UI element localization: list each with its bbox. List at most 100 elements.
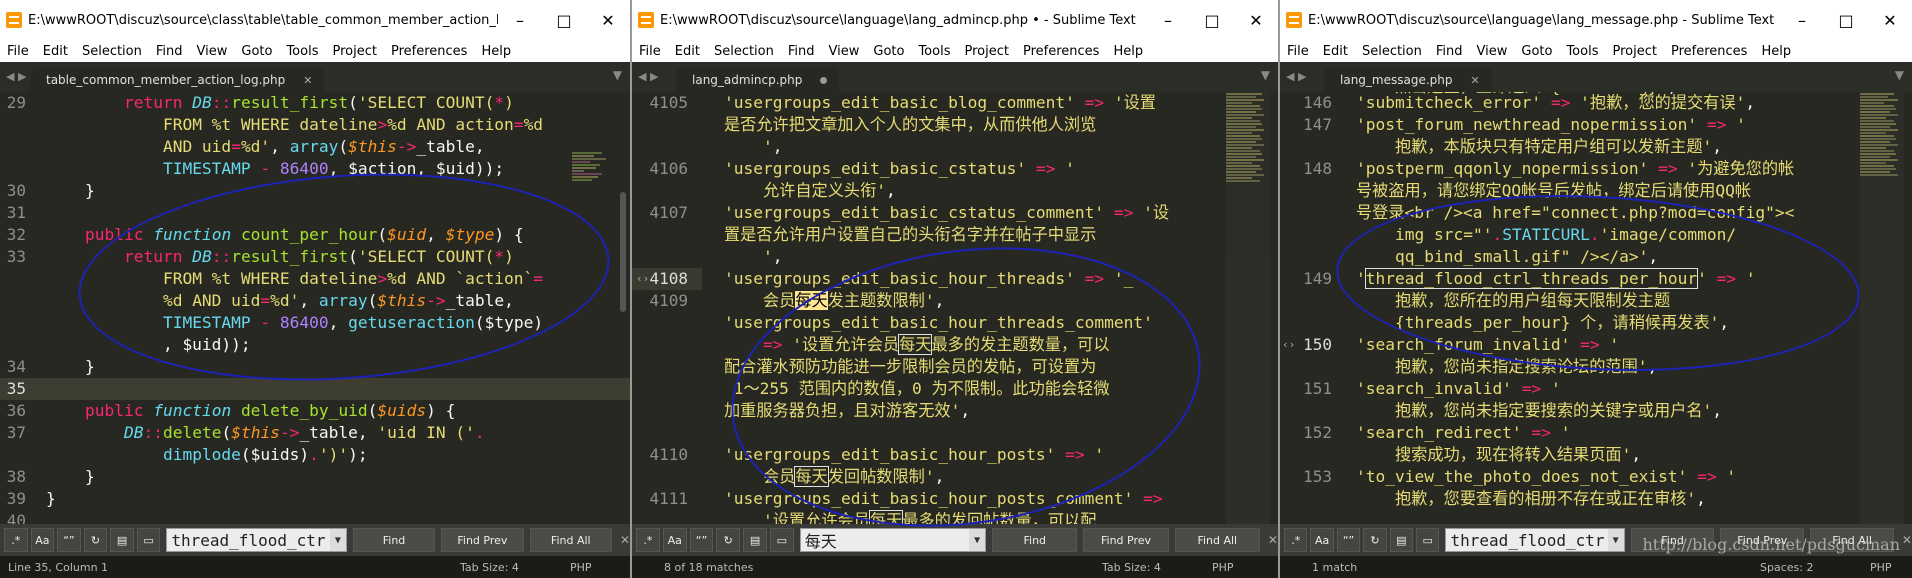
unsaved-dot-icon[interactable] [820, 76, 828, 84]
whole-word-toggle[interactable]: “” [1336, 528, 1361, 552]
find-input[interactable]: thread_flood_ctr ▼ [166, 528, 347, 552]
tab-nav-arrows-icon[interactable]: ◀ ▶ [6, 70, 26, 83]
menu-preferences[interactable]: Preferences [1016, 44, 1106, 59]
maximize-icon[interactable]: □ [1824, 11, 1868, 30]
menu-find[interactable]: Find [1429, 44, 1470, 59]
menu-find[interactable]: Find [781, 44, 822, 59]
find-panel-close-icon[interactable]: ✕ [1268, 533, 1278, 547]
in-selection-toggle-icon[interactable]: ▤ [110, 528, 134, 552]
find-input[interactable]: 每天 ▼ [799, 528, 987, 552]
close-icon[interactable]: ✕ [1234, 11, 1278, 30]
code-editor[interactable]: 29 30 31 32 33 34 35 36 37 38 39 40 retu… [0, 92, 630, 524]
status-syntax[interactable]: PHP [570, 561, 592, 574]
find-history-dropdown-icon[interactable]: ▼ [329, 529, 346, 551]
status-syntax[interactable]: PHP [1212, 561, 1234, 574]
menu-preferences[interactable]: Preferences [1664, 44, 1754, 59]
menu-help[interactable]: Help [1754, 44, 1798, 59]
regex-toggle[interactable]: .* [636, 528, 660, 552]
tab-close-icon[interactable]: ✕ [1471, 74, 1480, 87]
find-prev-button[interactable]: Find Prev [1083, 528, 1169, 552]
title-bar[interactable]: E:\wwwROOT\discuz\source\language\lang_m… [1280, 0, 1912, 40]
tab-nav-arrows-icon[interactable]: ◀ ▶ [1286, 70, 1306, 83]
tab-file[interactable]: lang_message.php ✕ [1324, 68, 1492, 92]
maximize-icon[interactable]: □ [1190, 11, 1234, 30]
wrap-toggle-icon[interactable]: ↻ [716, 528, 741, 552]
tab-file[interactable]: lang_admincp.php [676, 68, 840, 92]
menu-tools[interactable]: Tools [911, 44, 957, 59]
close-icon[interactable]: ✕ [1868, 11, 1912, 30]
menu-edit[interactable]: Edit [36, 44, 75, 59]
in-selection-toggle-icon[interactable]: ▤ [1389, 528, 1414, 552]
tab-file[interactable]: table_common_member_action_log.php ✕ [30, 68, 325, 92]
menu-project[interactable]: Project [325, 44, 383, 59]
status-tab-size[interactable]: Tab Size: 4 [460, 561, 519, 574]
minimize-icon[interactable]: – [498, 11, 542, 30]
minimap[interactable] [572, 92, 616, 524]
find-prev-button[interactable]: Find Prev [441, 528, 524, 552]
fold-marker-icon[interactable]: ‹› [1282, 334, 1295, 356]
regex-toggle[interactable]: .* [1284, 528, 1308, 552]
minimap[interactable] [1226, 92, 1270, 524]
regex-toggle[interactable]: .* [4, 528, 28, 552]
menu-project[interactable]: Project [1605, 44, 1663, 59]
menu-project[interactable]: Project [957, 44, 1015, 59]
find-history-dropdown-icon[interactable]: ▼ [969, 529, 986, 551]
menu-goto[interactable]: Goto [1514, 44, 1559, 59]
code-editor[interactable]: 146 147 148 149 150 151 152 153 ‹› 点击这里，… [1280, 92, 1912, 524]
minimize-icon[interactable]: – [1146, 11, 1190, 30]
case-toggle[interactable]: Aa [30, 528, 55, 552]
status-tab-size[interactable]: Tab Size: 4 [1102, 561, 1161, 574]
find-all-button[interactable]: Find All [529, 528, 612, 552]
menu-edit[interactable]: Edit [1316, 44, 1355, 59]
menu-file[interactable]: File [0, 44, 36, 59]
menu-find[interactable]: Find [149, 44, 190, 59]
whole-word-toggle[interactable]: “” [689, 528, 714, 552]
close-icon[interactable]: ✕ [586, 11, 630, 30]
menu-selection[interactable]: Selection [707, 44, 781, 59]
find-history-dropdown-icon[interactable]: ▼ [1607, 529, 1624, 551]
menu-view[interactable]: View [1470, 44, 1515, 59]
wrap-toggle-icon[interactable]: ↻ [1363, 528, 1387, 552]
menu-goto[interactable]: Goto [866, 44, 911, 59]
menu-tools[interactable]: Tools [1559, 44, 1605, 59]
case-toggle[interactable]: Aa [1310, 528, 1334, 552]
menu-preferences[interactable]: Preferences [384, 44, 474, 59]
highlight-matches-toggle-icon[interactable]: ▭ [1416, 528, 1440, 552]
tab-close-icon[interactable]: ✕ [303, 74, 312, 87]
title-bar[interactable]: E:\wwwROOT\discuz\source\class\table\tab… [0, 0, 630, 40]
wrap-toggle-icon[interactable]: ↻ [83, 528, 108, 552]
code-editor[interactable]: 4105 4106 4107 4108 4109 4110 4111 ‹› , … [632, 92, 1278, 524]
highlight-matches-toggle-icon[interactable]: ▭ [136, 528, 161, 552]
minimap[interactable] [1860, 92, 1904, 524]
find-input[interactable]: thread_flood_ctr ▼ [1445, 528, 1625, 552]
scrollbar-thumb[interactable] [620, 192, 626, 312]
menu-file[interactable]: File [1280, 44, 1316, 59]
menu-edit[interactable]: Edit [668, 44, 707, 59]
status-indentation[interactable]: Spaces: 2 [1760, 561, 1813, 574]
whole-word-toggle[interactable]: “” [57, 528, 81, 552]
find-panel-close-icon[interactable]: ✕ [1902, 533, 1912, 547]
title-bar[interactable]: E:\wwwROOT\discuz\source\language\lang_a… [632, 0, 1278, 40]
tab-dropdown-icon[interactable]: ▼ [613, 68, 622, 82]
tab-dropdown-icon[interactable]: ▼ [1261, 68, 1270, 82]
maximize-icon[interactable]: □ [542, 11, 586, 30]
menu-tools[interactable]: Tools [279, 44, 325, 59]
menu-help[interactable]: Help [1106, 44, 1150, 59]
find-all-button[interactable]: Find All [1174, 528, 1260, 552]
menu-selection[interactable]: Selection [1355, 44, 1429, 59]
find-button[interactable]: Find [992, 528, 1078, 552]
in-selection-toggle-icon[interactable]: ▤ [743, 528, 767, 552]
menu-selection[interactable]: Selection [75, 44, 149, 59]
menu-goto[interactable]: Goto [234, 44, 279, 59]
menu-view[interactable]: View [190, 44, 235, 59]
status-syntax[interactable]: PHP [1870, 561, 1892, 574]
find-button[interactable]: Find [352, 528, 436, 552]
highlight-matches-toggle-icon[interactable]: ▭ [769, 528, 794, 552]
fold-marker-icon[interactable]: ‹› [636, 268, 649, 290]
case-toggle[interactable]: Aa [662, 528, 687, 552]
menu-help[interactable]: Help [474, 44, 518, 59]
find-panel-close-icon[interactable]: ✕ [620, 533, 630, 547]
tab-nav-arrows-icon[interactable]: ◀ ▶ [638, 70, 658, 83]
minimize-icon[interactable]: – [1780, 11, 1824, 30]
menu-file[interactable]: File [632, 44, 668, 59]
